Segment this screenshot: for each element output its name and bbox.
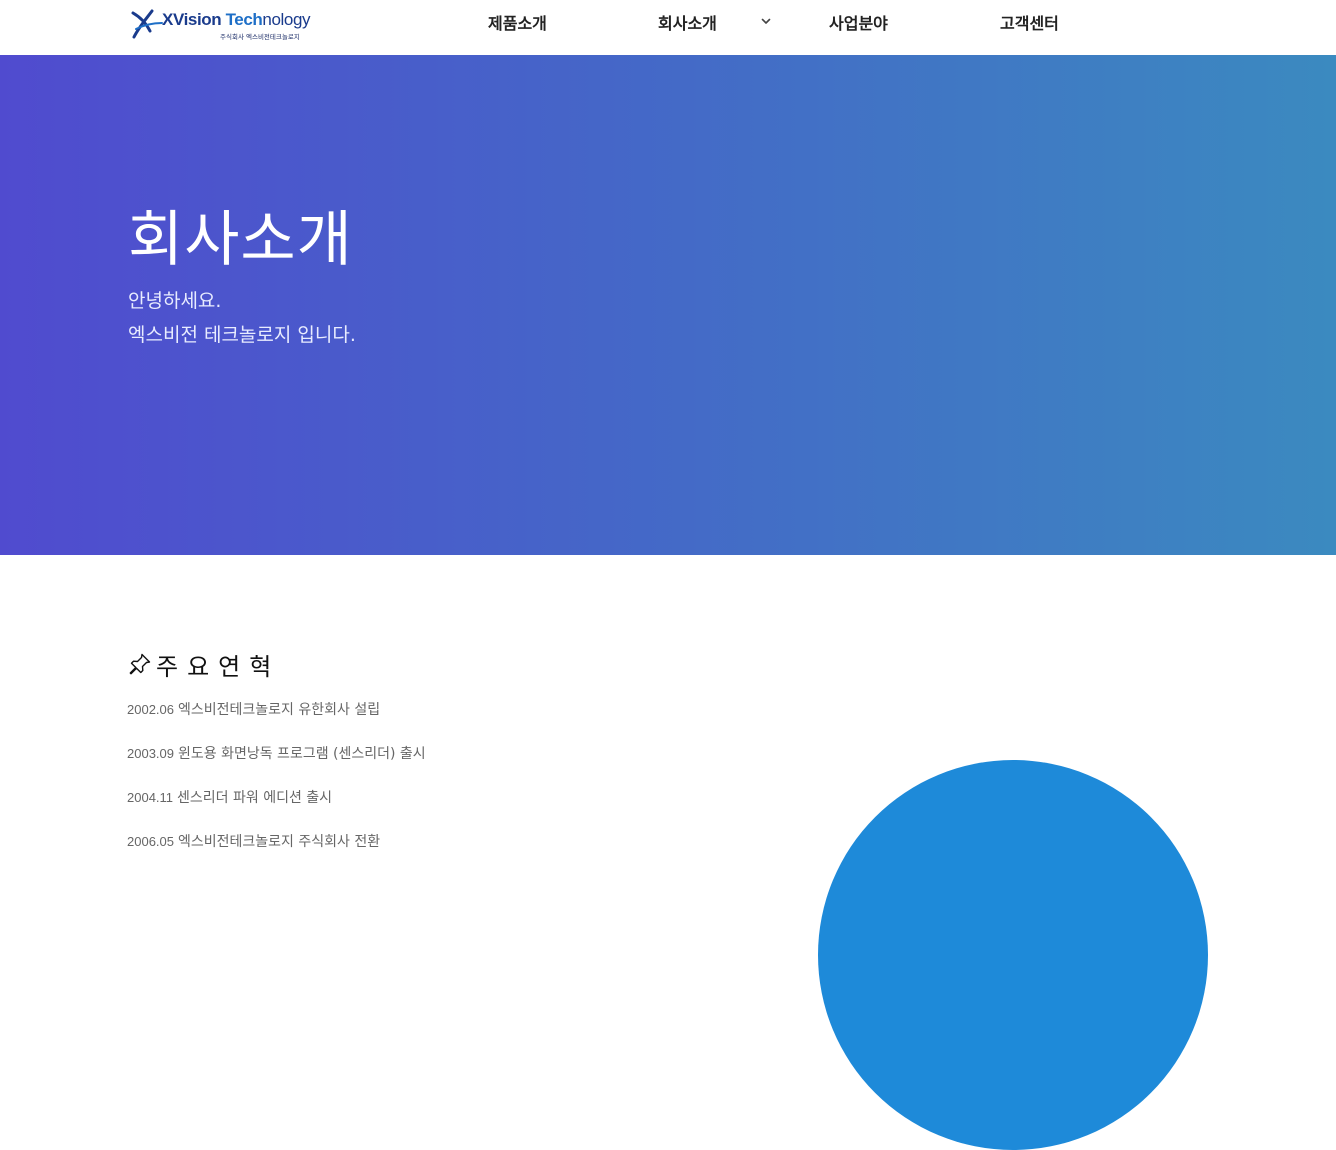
history-text: 엑스비전테크놀로지 주식회사 전환 [178,834,381,850]
logo-wordmark-part1: XVision [162,10,226,29]
history-item: 2004.11 센스리더 파워 에디션 출시 [127,791,332,805]
chevron-down-icon[interactable] [760,15,772,27]
nav-item-products[interactable]: 제품소개 [488,10,547,34]
decorative-circle [818,760,1208,1150]
history-title: 주요연혁 [156,652,281,681]
history-item: 2006.05 엑스비전테크놀로지 주식회사 전환 [127,835,380,849]
hero-greeting: 안녕하세요. [128,290,222,312]
logo-wordmark-part3: nology [262,10,311,29]
site-logo[interactable]: XVision Technology 주식회사 엑스비전테크놀로지 [130,7,311,43]
history-date: 2004.11 [127,790,174,805]
nav-item-business[interactable]: 사업분야 [829,10,888,34]
history-text: 엑스비전테크놀로지 유한회사 설립 [178,702,381,718]
logo-subtitle: 주식회사 엑스비전테크놀로지 [220,33,300,41]
logo-wordmark: XVision Technology [162,10,311,30]
history-item: 2002.06 엑스비전테크놀로지 유한회사 설립 [127,703,380,717]
hero-intro: 엑스비전 테크놀로지 입니다. [128,324,356,346]
logo-wordmark-part2: Tech [225,10,263,29]
page-title: 회사소개 [128,205,353,275]
history-heading: 주요연혁 [128,649,281,681]
pushpin-icon [129,653,151,675]
nav-item-support[interactable]: 고객센터 [1000,10,1059,34]
history-item: 2003.09 윈도용 화면낭독 프로그램 (센스리더) 출시 [127,747,426,761]
history-text: 윈도용 화면낭독 프로그램 (센스리더) 출시 [178,746,426,762]
xvision-logo-icon [131,9,163,39]
site-header: XVision Technology 주식회사 엑스비전테크놀로지 제품소개 회… [0,0,1336,55]
nav-item-company[interactable]: 회사소개 [658,10,717,34]
hero-banner: 회사소개 안녕하세요. 엑스비전 테크놀로지 입니다. [0,55,1336,555]
history-date: 2006.05 [127,834,174,849]
history-date: 2002.06 [127,702,174,717]
history-date: 2003.09 [127,746,174,761]
history-text: 센스리더 파워 에디션 출시 [177,790,333,806]
